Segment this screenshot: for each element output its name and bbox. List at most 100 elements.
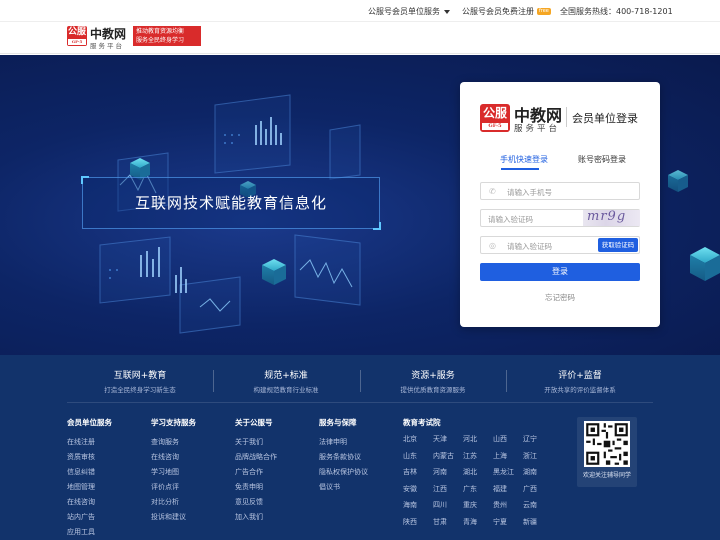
footer-link[interactable]: 广告合作 — [235, 465, 277, 480]
footer-link[interactable]: 法律申明 — [319, 435, 368, 450]
province-link[interactable]: 内蒙古 — [433, 451, 454, 461]
footer-link[interactable]: 加入我们 — [235, 510, 277, 525]
footer-link[interactable]: 隐私权保护协议 — [319, 465, 368, 480]
footer-link[interactable]: 意见反馈 — [235, 495, 277, 510]
province-link[interactable]: 四川 — [433, 500, 447, 510]
tagline-box: 互联网技术赋能教育信息化 — [81, 176, 381, 230]
province-link[interactable]: 辽宁 — [523, 434, 537, 444]
tab-password-login[interactable]: 账号密码登录 — [578, 154, 626, 165]
province-link[interactable]: 天津 — [433, 434, 447, 444]
province-link[interactable]: 山西 — [493, 434, 507, 444]
province-link[interactable]: 湖北 — [463, 467, 477, 477]
province-link[interactable]: 海南 — [403, 500, 417, 510]
province-link[interactable]: 山东 — [403, 451, 417, 461]
shield-icon: ◎ — [489, 241, 496, 250]
captcha-input[interactable]: 请输入验证码 mr9g — [480, 209, 640, 227]
footer-link[interactable]: 在线注册 — [67, 435, 112, 450]
sms-code-input[interactable]: ◎ 请输入验证码 获取验证码 — [480, 236, 640, 254]
province-link[interactable]: 广西 — [523, 484, 537, 494]
province-link[interactable]: 重庆 — [463, 500, 477, 510]
footer-link[interactable]: 服务条款协议 — [319, 450, 368, 465]
province-link[interactable]: 黑龙江 — [493, 467, 514, 477]
exam-institutes: 教育考试院 北京 天津 河北 山西 辽宁山东 内蒙古 江苏 上海 浙江吉林 河南 湖北 黑龙江 湖南安徽… — [403, 417, 537, 526]
login-card: 公服 GF-5 中教网 服务平台 会员单位登录 手机快速登录 账号密码登录 ✆ 请… — [460, 82, 660, 327]
footer-link[interactable]: 学习地图 — [151, 465, 196, 480]
province-link[interactable]: 青海 — [463, 517, 477, 527]
pillar-internet-education: 互联网+教育 打造全民终身学习新生态 — [67, 368, 213, 394]
footer-link[interactable]: 关于我们 — [235, 435, 277, 450]
province-link[interactable]: 河南 — [433, 467, 447, 477]
footer-link[interactable]: 倡议书 — [319, 480, 368, 495]
footer-column-member-services: 会员单位服务 在线注册 资质审核 信息纠错 地图管理 在线咨询 站内广告 应用工… — [67, 417, 112, 540]
column-heading: 会员单位服务 — [67, 418, 112, 427]
province-link[interactable]: 陕西 — [403, 517, 417, 527]
footer-column-learning-support: 学习支持服务 查询服务 在线咨询 学习地图 评价点评 对比分析 投诉和建议 — [151, 417, 196, 525]
forgot-password-link[interactable]: 忘记密码 — [460, 292, 660, 303]
pillar-subtitle: 提供优质教育资源服务 — [400, 386, 466, 394]
hotline-text: 全国服务热线：400-718-1201 — [560, 7, 673, 16]
pillar-evaluation: 评价+监督 开放共享的评价监督体系 — [507, 368, 653, 394]
province-link[interactable]: 上海 — [493, 451, 507, 461]
province-link[interactable]: 广东 — [463, 484, 477, 494]
province-link[interactable]: 福建 — [493, 484, 507, 494]
province-link[interactable]: 云南 — [523, 500, 537, 510]
column-heading: 服务与保障 — [319, 418, 357, 427]
footer-link[interactable]: 信息纠错 — [67, 465, 112, 480]
footer-link[interactable]: 在线咨询 — [151, 450, 196, 465]
footer-link[interactable]: 对比分析 — [151, 495, 196, 510]
site-footer: 互联网+教育 打造全民终身学习新生态 规范+标准 构建规范教育行业标准 资源+服… — [0, 355, 720, 540]
footer-link[interactable]: 评价点评 — [151, 480, 196, 495]
pillar-title: 评价+监督 — [558, 371, 602, 381]
footer-link[interactable]: 在线咨询 — [67, 495, 112, 510]
footer-link[interactable]: 查询服务 — [151, 435, 196, 450]
column-heading: 学习支持服务 — [151, 418, 196, 427]
pillar-title: 资源+服务 — [411, 371, 455, 381]
free-register-label: 公服号会员免费注册 — [462, 7, 534, 16]
footer-link[interactable]: 投诉和建议 — [151, 510, 196, 525]
logo-mark-icon: 公服 GF-5 — [67, 26, 87, 46]
pillar-subtitle: 打造全民终身学习新生态 — [104, 386, 176, 394]
login-title: 会员单位登录 — [572, 112, 638, 125]
pillar-resources: 资源+服务 提供优质教育资源服务 — [360, 368, 506, 394]
captcha-image[interactable]: mr9g — [583, 210, 640, 226]
pillar-title: 互联网+教育 — [113, 371, 167, 381]
province-link[interactable]: 贵州 — [493, 500, 507, 510]
login-logo-subtitle: 服务平台 — [514, 124, 561, 134]
sms-placeholder: 请输入验证码 — [507, 242, 552, 251]
qr-caption: 欢迎关注辅导同学 — [582, 472, 631, 479]
logo-mark-icon: 公服 GF-5 — [480, 104, 510, 132]
qr-code-box: 欢迎关注辅导同学 — [577, 417, 637, 487]
unit-service-menu[interactable]: 公服号会员单位服务 — [368, 6, 450, 17]
province-link[interactable]: 江苏 — [463, 451, 477, 461]
footer-link[interactable]: 资质审核 — [67, 450, 112, 465]
province-link[interactable]: 新疆 — [523, 517, 537, 527]
footer-link[interactable]: 站内广告 — [67, 510, 112, 525]
captcha-text: mr9g — [587, 210, 627, 224]
tab-phone-login[interactable]: 手机快速登录 — [500, 154, 548, 165]
slogan-banner: 推动教育资源均衡 服务全民终身学习 — [133, 26, 201, 46]
province-link[interactable]: 北京 — [403, 434, 417, 444]
captcha-placeholder: 请输入验证码 — [488, 215, 533, 224]
phone-input[interactable]: ✆ 请输入手机号 — [480, 182, 640, 200]
province-link[interactable]: 安徽 — [403, 484, 417, 494]
active-tab-indicator — [501, 168, 539, 170]
footer-link[interactable]: 免责申明 — [235, 480, 277, 495]
login-button[interactable]: 登录 — [480, 263, 640, 281]
province-link[interactable]: 吉林 — [403, 467, 417, 477]
province-link[interactable]: 江西 — [433, 484, 447, 494]
hero-tagline: 互联网技术赋能教育信息化 — [134, 194, 327, 212]
province-link[interactable]: 河北 — [463, 434, 477, 444]
footer-link[interactable]: 应用工具 — [67, 525, 112, 540]
footer-column-guarantee: 服务与保障 法律申明 服务条款协议 隐私权保护协议 倡议书 — [319, 417, 368, 495]
province-link[interactable]: 浙江 — [523, 451, 537, 461]
province-link[interactable]: 甘肃 — [433, 517, 447, 527]
footer-link[interactable]: 地图管理 — [67, 480, 112, 495]
site-header: 公服 GF-5 中教网 服务平台 推动教育资源均衡 服务全民终身学习 — [0, 22, 720, 54]
column-heading: 教育考试院 — [403, 418, 441, 427]
province-link[interactable]: 宁夏 — [493, 517, 507, 527]
free-register-link[interactable]: 公服号会员免费注册 free — [462, 6, 551, 17]
province-link[interactable]: 湖南 — [523, 467, 537, 477]
get-code-button[interactable]: 获取验证码 — [598, 238, 638, 252]
pillar-standards: 规范+标准 构建规范教育行业标准 — [213, 368, 359, 394]
footer-link[interactable]: 品牌战略合作 — [235, 450, 277, 465]
